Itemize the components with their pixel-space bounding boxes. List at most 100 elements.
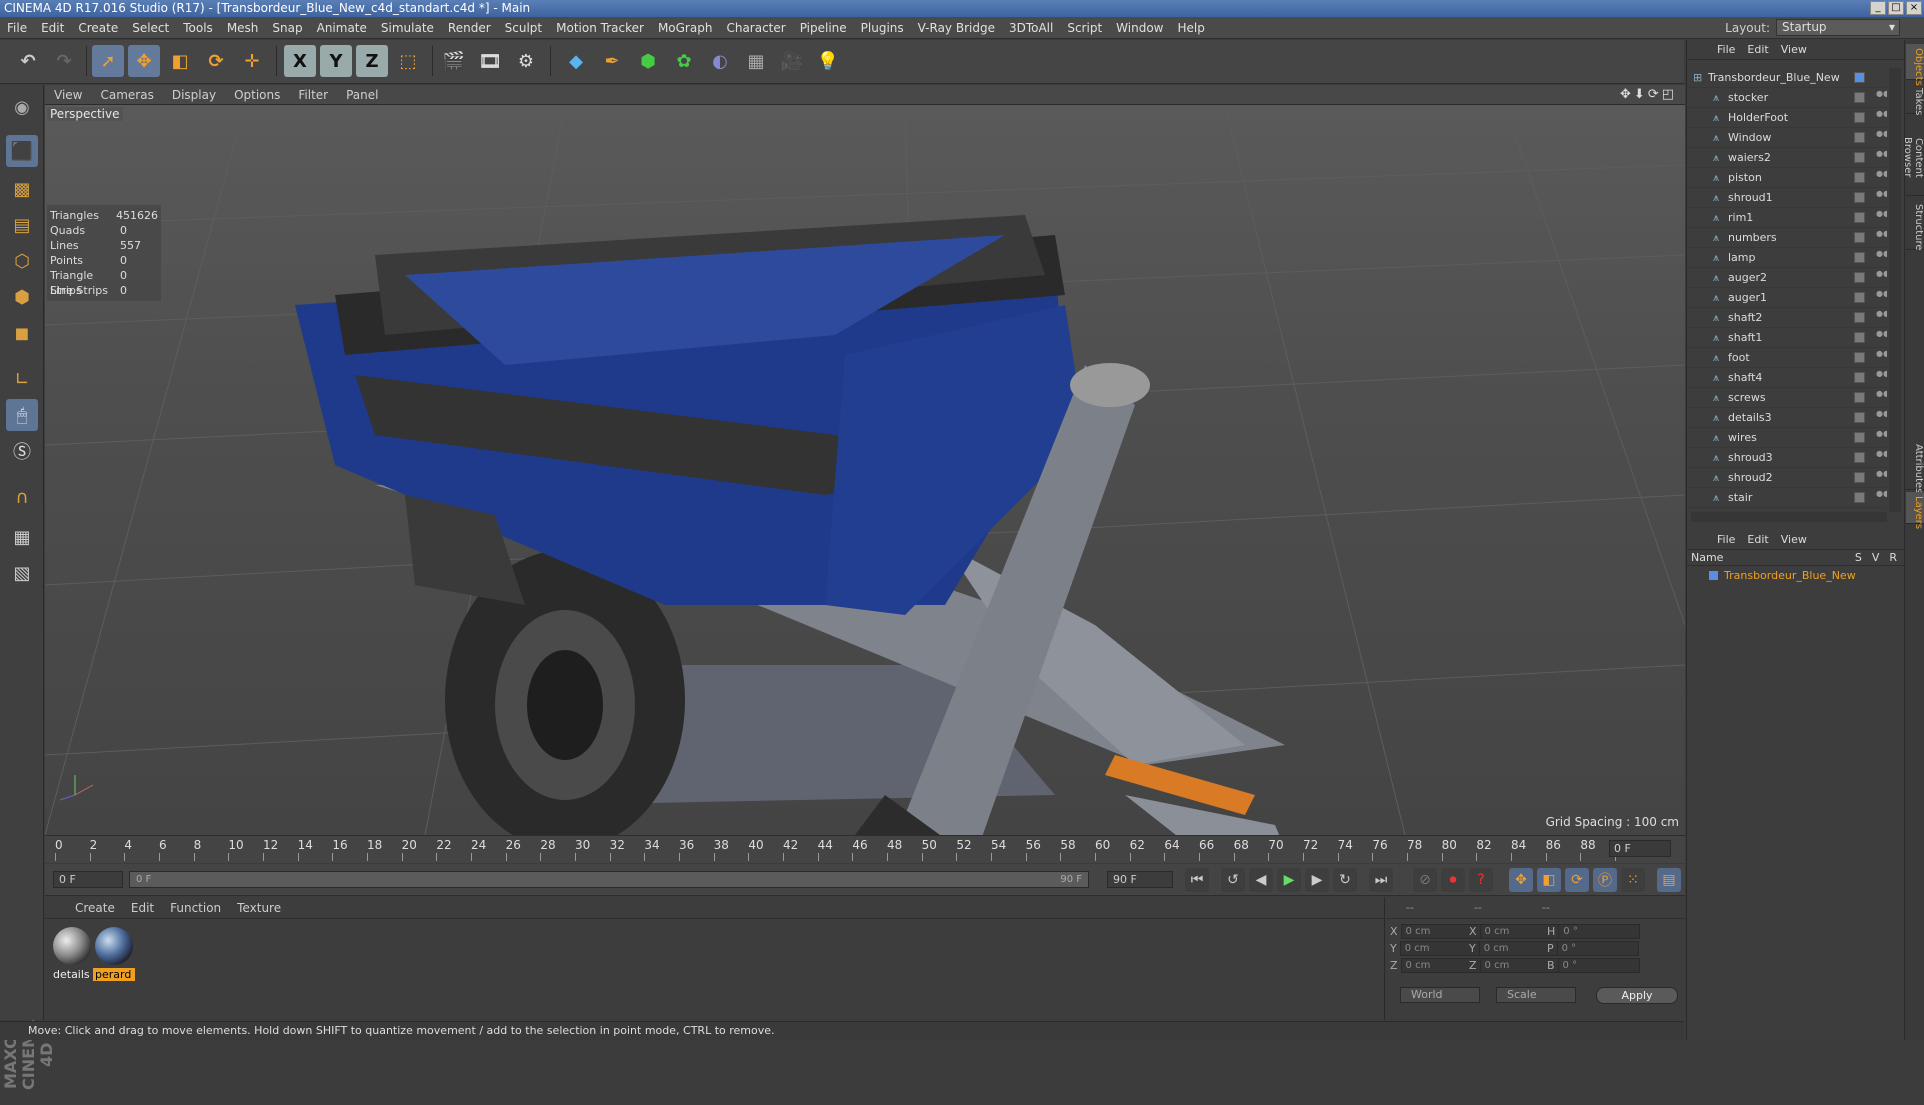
object-row[interactable]: ⩚ HolderFoot ●● (1687, 108, 1887, 128)
visibility-dots[interactable]: ●● (1876, 150, 1887, 163)
object-row[interactable]: ⩚ shroud3 ●● (1687, 448, 1887, 468)
close-button[interactable]: × (1906, 1, 1922, 15)
minimize-button[interactable]: _ (1870, 1, 1886, 15)
object-row[interactable]: ⩚ shaft4 ●● (1687, 368, 1887, 388)
menu-window[interactable]: Window (1109, 21, 1170, 35)
menu-plugins[interactable]: Plugins (854, 21, 911, 35)
material-menu-edit[interactable]: Edit (123, 901, 162, 915)
object-row[interactable]: ⩚ auger1 ●● (1687, 288, 1887, 308)
live-selection-icon[interactable]: ➚ (92, 45, 124, 77)
render-settings-icon[interactable]: ⚙ (510, 45, 542, 77)
visibility-dots[interactable]: ●● (1876, 410, 1887, 423)
menu-tools[interactable]: Tools (176, 21, 220, 35)
previous-frame-icon[interactable]: ◀ (1249, 868, 1273, 892)
move-icon[interactable]: ✥ (128, 45, 160, 77)
visibility-dots[interactable]: ●● (1876, 310, 1887, 323)
render-picture-viewer-icon[interactable]: 🎞 (474, 45, 506, 77)
object-menu-view[interactable]: View (1775, 43, 1813, 56)
menu-motion-tracker[interactable]: Motion Tracker (549, 21, 651, 35)
display-tag-icon[interactable] (1854, 252, 1865, 263)
object-tree-hscrollbar[interactable] (1691, 512, 1887, 522)
visibility-dots[interactable]: ●● (1876, 110, 1887, 123)
object-row[interactable]: ⩚ shaft2 ●● (1687, 308, 1887, 328)
next-frame-icon[interactable]: ▶ (1305, 868, 1329, 892)
z-axis-button[interactable]: Z (356, 45, 388, 77)
menu-edit[interactable]: Edit (34, 21, 71, 35)
display-tag-icon[interactable] (1854, 152, 1865, 163)
material-swatch[interactable]: perard (93, 927, 135, 981)
material-menu-create[interactable]: Create (67, 901, 123, 915)
display-tag-icon[interactable] (1854, 432, 1865, 443)
edges-mode-icon[interactable]: ⬢ (6, 281, 38, 313)
display-tag-icon[interactable] (1854, 372, 1865, 383)
visibility-dots[interactable]: ●● (1876, 490, 1887, 503)
points-mode-icon[interactable]: ⬡ (6, 245, 38, 277)
display-tag-icon[interactable] (1854, 172, 1865, 183)
object-tree-scrollbar[interactable] (1889, 68, 1901, 512)
render-view-icon[interactable]: 🎬 (438, 45, 470, 77)
display-tag-icon[interactable] (1854, 92, 1865, 103)
recent-tool-icon[interactable]: ✛ (236, 45, 268, 77)
display-tag-icon[interactable] (1854, 192, 1865, 203)
object-row[interactable]: ⩚ stocker ●● (1687, 88, 1887, 108)
object-row[interactable]: ⩚ shroud2 ●● (1687, 468, 1887, 488)
autokeying-icon[interactable]: ⏺ (1441, 868, 1465, 892)
coord-value-field[interactable]: 0 ° (1556, 941, 1639, 956)
menu-3dtoall[interactable]: 3DToAll (1002, 21, 1060, 35)
polygons-mode-icon[interactable]: ◼ (6, 317, 38, 349)
menu-sculpt[interactable]: Sculpt (498, 21, 549, 35)
visibility-dots[interactable]: ●● (1876, 350, 1887, 363)
preview-range-slider[interactable]: 0 F 90 F (129, 871, 1089, 888)
record-parameter-icon[interactable]: Ⓟ (1593, 868, 1617, 892)
snap-icon[interactable]: Ⓢ (6, 435, 38, 467)
side-tab-structure[interactable]: Structure (1906, 200, 1924, 251)
perspective-viewport[interactable]: Perspective Triangles 451626 Quads 0 Lines 55… (45, 105, 1685, 835)
display-tag-icon[interactable] (1854, 232, 1865, 243)
undo-icon[interactable]: ↶ (12, 45, 44, 77)
menu-select[interactable]: Select (125, 21, 176, 35)
display-tag-icon[interactable] (1854, 132, 1865, 143)
next-key-icon[interactable]: ↻ (1333, 868, 1357, 892)
object-row[interactable]: ⩚ rim1 ●● (1687, 208, 1887, 228)
display-tag-icon[interactable] (1854, 352, 1865, 363)
viewport-navigation-icons[interactable]: ✥⬇⟳◰ (1620, 87, 1677, 102)
visibility-dots[interactable]: ●● (1876, 450, 1887, 463)
menu-create[interactable]: Create (71, 21, 125, 35)
menu-pipeline[interactable]: Pipeline (793, 21, 854, 35)
object-row[interactable]: ⩚ wires ●● (1687, 428, 1887, 448)
record-rotation-icon[interactable]: ⟳ (1565, 868, 1589, 892)
rotate-icon[interactable]: ⟳ (200, 45, 232, 77)
camera-icon[interactable]: 🎥 (776, 45, 808, 77)
object-row[interactable]: ⩚ shroud1 ●● (1687, 188, 1887, 208)
previous-key-icon[interactable]: ↺ (1221, 868, 1245, 892)
display-tag-icon[interactable] (1854, 272, 1865, 283)
pen-spline-icon[interactable]: ✒ (596, 45, 628, 77)
display-tag-icon[interactable] (1854, 292, 1865, 303)
side-tab-takes[interactable]: Takes (1906, 84, 1924, 115)
axis-mode-icon[interactable]: ∟ (6, 363, 38, 395)
object-row[interactable]: ⩚ piston ●● (1687, 168, 1887, 188)
display-tag-icon[interactable] (1854, 452, 1865, 463)
size-mode-dropdown[interactable]: Scale (1496, 987, 1576, 1003)
magnet-icon[interactable]: ∩ (6, 481, 38, 513)
object-row[interactable]: ⩚ lamp ●● (1687, 248, 1887, 268)
viewport-menu-panel[interactable]: Panel (337, 88, 387, 102)
viewport-menu-display[interactable]: Display (163, 88, 225, 102)
material-menu-texture[interactable]: Texture (229, 901, 289, 915)
timeline-ruler[interactable]: 0 2 4 6 8 10 12 14 16 18 20 22 24 26 28 30 32 34 36 38 40 42 4… (45, 835, 1685, 863)
y-axis-button[interactable]: Y (320, 45, 352, 77)
timeline-window-icon[interactable]: ▤ (1657, 868, 1681, 892)
object-row[interactable]: ⩚ Window ●● (1687, 128, 1887, 148)
visibility-dots[interactable]: ●● (1876, 90, 1887, 103)
layer-menu-edit[interactable]: Edit (1741, 533, 1774, 546)
menu-simulate[interactable]: Simulate (374, 21, 441, 35)
menu-mograph[interactable]: MoGraph (651, 21, 720, 35)
layer-menu-file[interactable]: File (1711, 533, 1741, 546)
coordinate-mode-dropdown[interactable]: World (1400, 987, 1480, 1003)
object-row[interactable]: ⩚ details3 ●● (1687, 408, 1887, 428)
menu-snap[interactable]: Snap (265, 21, 309, 35)
menu-help[interactable]: Help (1170, 21, 1211, 35)
visibility-dots[interactable]: ●● (1876, 250, 1887, 263)
object-row[interactable]: ⩚ stair ●● (1687, 488, 1887, 508)
menu-render[interactable]: Render (441, 21, 498, 35)
